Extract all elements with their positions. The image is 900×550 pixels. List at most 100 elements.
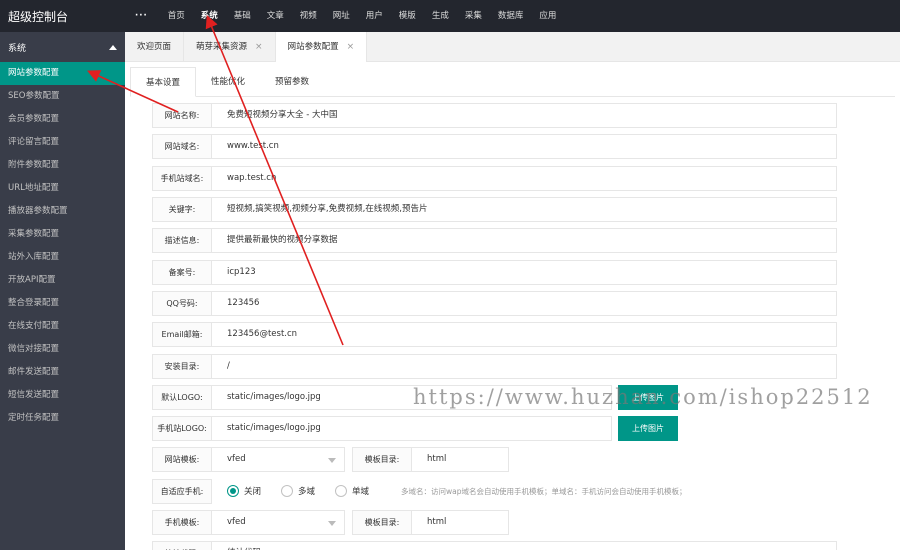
form-row-email: Email邮箱: 123456@test.cn (152, 319, 900, 350)
template-select[interactable]: vfed (212, 447, 345, 473)
settings-subtabs: 基本设置 性能优化 预留参数 (130, 67, 895, 97)
sidebar-item-comment-config[interactable]: 评论留言配置 (0, 131, 125, 154)
form-row-mobile-logo: 手机站LOGO: static/images/logo.jpg 上传图片 (152, 413, 900, 444)
install-dir-input[interactable]: / (212, 353, 837, 379)
nav-item-video[interactable]: 视频 (292, 0, 325, 32)
sidebar-item-wechat-config[interactable]: 微信对接配置 (0, 338, 125, 361)
email-label: Email邮箱: (152, 322, 212, 348)
form-row-description: 描述信息: 提供最新最快的视频分享数据 (152, 225, 900, 256)
form-row-adaptive: 自适应手机: 关闭 多域 单域 多域名：访问wap域名会自动使用手机模板；单域名… (152, 476, 900, 507)
nav-item-collect[interactable]: 采集 (457, 0, 490, 32)
icp-label: 备案号: (152, 259, 212, 285)
radio-off[interactable]: 关闭 (227, 485, 262, 498)
sidebar-item-url-config[interactable]: URL地址配置 (0, 177, 125, 200)
mobile-template-select[interactable]: vfed (212, 510, 345, 535)
adaptive-label: 自适应手机: (152, 478, 212, 504)
site-name-label: 网站名称: (152, 103, 212, 129)
sidebar-item-member-config[interactable]: 会员参数配置 (0, 108, 125, 131)
form-row-template: 网站模板: vfed 模板目录: html (152, 444, 900, 475)
sidebar-item-login-config[interactable]: 整合登录配置 (0, 292, 125, 315)
mobile-template-dir-label: 模板目录: (352, 510, 412, 535)
subtab-reserved[interactable]: 预留参数 (260, 67, 324, 97)
more-menu-button[interactable]: ··· (125, 0, 160, 32)
nav-item-home[interactable]: 首页 (160, 0, 193, 32)
form-row-stats: 统计代码: 统计代码 (152, 538, 900, 550)
icp-input[interactable]: icp123 (212, 259, 837, 285)
form-row-install-dir: 安装目录: / (152, 350, 900, 381)
qq-input[interactable]: 123456 (212, 290, 837, 316)
close-icon[interactable]: × (347, 32, 355, 62)
site-domain-input[interactable]: www.test.cn (212, 134, 837, 160)
radio-unchecked-icon (281, 485, 294, 498)
sidebar-item-attachment-config[interactable]: 附件参数配置 (0, 154, 125, 177)
chevron-down-icon (328, 521, 336, 526)
keywords-label: 关键字: (152, 197, 212, 223)
tab-welcome[interactable]: 欢迎页面 (125, 32, 185, 62)
nav-item-template[interactable]: 模版 (391, 0, 424, 32)
chevron-down-icon (328, 458, 336, 464)
tab-collect-resource[interactable]: 萌芽采集资源 × (184, 32, 276, 62)
radio-single-label: 单域 (352, 487, 370, 498)
mobile-template-dir-input[interactable]: html (412, 510, 509, 535)
tab-label: 欢迎页面 (137, 42, 172, 52)
nav-item-basic[interactable]: 基础 (226, 0, 259, 32)
nav-item-article[interactable]: 文章 (259, 0, 292, 32)
nav-item-user[interactable]: 用户 (358, 0, 391, 32)
sidebar-item-player-config[interactable]: 播放器参数配置 (0, 200, 125, 223)
nav-item-database[interactable]: 数据库 (490, 0, 532, 32)
subtab-performance[interactable]: 性能优化 (196, 67, 260, 97)
radio-multi-domain[interactable]: 多域 (281, 485, 316, 498)
site-name-input[interactable]: 免费短视频分享大全 - 大中国 (212, 103, 837, 129)
sidebar-item-seo-config[interactable]: SEO参数配置 (0, 85, 125, 108)
template-select-value: vfed (227, 454, 246, 465)
sidebar-item-collect-config[interactable]: 采集参数配置 (0, 223, 125, 246)
app-title: 超级控制台 (8, 9, 69, 24)
stats-label: 统计代码: (152, 541, 212, 550)
mobile-logo-input[interactable]: static/images/logo.jpg (212, 416, 612, 442)
top-nav: ··· 首页 系统 基础 文章 视频 网址 用户 模版 生成 采集 数据库 应用 (125, 0, 564, 32)
sidebar-item-sms-config[interactable]: 短信发送配置 (0, 384, 125, 407)
radio-single-domain[interactable]: 单域 (335, 485, 370, 498)
upload-mobile-logo-button[interactable]: 上传图片 (618, 416, 678, 442)
nav-item-generate[interactable]: 生成 (424, 0, 457, 32)
caret-up-icon (109, 44, 117, 50)
sidebar: 系统 网站参数配置 SEO参数配置 会员参数配置 评论留言配置 附件参数配置 U… (0, 32, 125, 550)
adaptive-hint: 多域名：访问wap域名会自动使用手机模板；单域名：手机访问会自动使用手机模板； (401, 486, 687, 496)
form-row-mobile-template: 手机模板: vfed 模板目录: html (152, 507, 900, 538)
radio-off-label: 关闭 (244, 487, 262, 498)
settings-form: 网站名称: 免费短视频分享大全 - 大中国 网站域名: www.test.cn … (152, 100, 900, 550)
sidebar-item-api-config[interactable]: 开放API配置 (0, 269, 125, 292)
keywords-input[interactable]: 短视频,搞笑视频,视频分享,免费视频,在线视频,预告片 (212, 197, 837, 223)
mobile-template-select-value: vfed (227, 517, 246, 527)
sidebar-item-site-config[interactable]: 网站参数配置 (0, 62, 125, 85)
nav-item-system[interactable]: 系统 (193, 0, 226, 32)
install-dir-label: 安装目录: (152, 353, 212, 379)
form-row-keywords: 关键字: 短视频,搞笑视频,视频分享,免费视频,在线视频,预告片 (152, 194, 900, 225)
form-row-qq: QQ号码: 123456 (152, 288, 900, 319)
tab-label: 网站参数配置 (287, 42, 339, 52)
mobile-domain-input[interactable]: wap.test.cn (212, 165, 837, 191)
mobile-domain-label: 手机站域名: (152, 165, 212, 191)
stats-input[interactable]: 统计代码 (212, 541, 837, 550)
email-input[interactable]: 123456@test.cn (212, 322, 837, 348)
nav-item-url[interactable]: 网址 (325, 0, 358, 32)
close-icon[interactable]: × (255, 32, 263, 62)
description-input[interactable]: 提供最新最快的视频分享数据 (212, 228, 837, 254)
form-row-mobile-domain: 手机站域名: wap.test.cn (152, 163, 900, 194)
qq-label: QQ号码: (152, 290, 212, 316)
mobile-template-label: 手机模板: (152, 510, 212, 535)
tab-site-config[interactable]: 网站参数配置 × (275, 32, 368, 62)
template-label: 网站模板: (152, 447, 212, 473)
sidebar-item-cron-config[interactable]: 定时任务配置 (0, 407, 125, 430)
template-dir-input[interactable]: html (412, 447, 509, 473)
sidebar-header[interactable]: 系统 (0, 32, 125, 62)
nav-item-apps[interactable]: 应用 (531, 0, 564, 32)
site-domain-label: 网站域名: (152, 134, 212, 160)
sidebar-item-email-config[interactable]: 邮件发送配置 (0, 361, 125, 384)
adaptive-radio-group: 关闭 多域 单域 (212, 479, 389, 504)
sidebar-item-payment-config[interactable]: 在线支付配置 (0, 315, 125, 338)
radio-multi-label: 多域 (298, 487, 316, 498)
sidebar-item-import-config[interactable]: 站外入库配置 (0, 246, 125, 269)
subtab-basic[interactable]: 基本设置 (130, 67, 197, 97)
main-content: 基本设置 性能优化 预留参数 网站名称: 免费短视频分享大全 - 大中国 网站域… (125, 62, 900, 550)
